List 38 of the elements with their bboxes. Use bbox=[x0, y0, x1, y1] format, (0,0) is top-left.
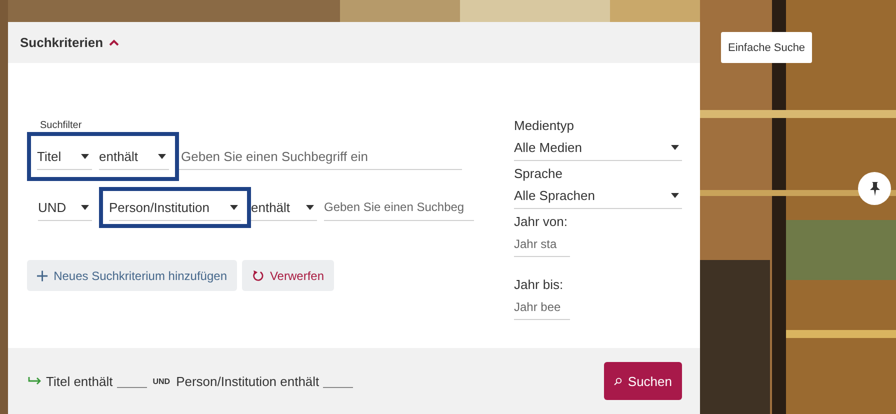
operator-label: UND bbox=[152, 376, 170, 386]
summary-text: Titel enthält bbox=[46, 374, 113, 388]
search-input[interactable]: Geben Sie einen Suchbeg bbox=[324, 194, 474, 220]
caret-down-icon bbox=[671, 193, 679, 198]
field-label: Medientyp bbox=[514, 117, 575, 135]
dropdown[interactable]: Alle Medien bbox=[514, 135, 682, 161]
add-criterion-button[interactable]: Neues Suchkriterium hinzufügen bbox=[27, 260, 237, 291]
caret-down-icon bbox=[81, 204, 89, 210]
caret-down-icon bbox=[671, 145, 679, 150]
chevron-up-icon[interactable] bbox=[109, 39, 120, 46]
field-label: Jahr bis: bbox=[514, 276, 564, 294]
dropdown[interactable]: enthält bbox=[251, 194, 317, 220]
search-input[interactable]: Geben Sie einen Suchbegriff ein bbox=[179, 144, 462, 170]
caret-down-icon bbox=[230, 204, 238, 210]
search-button[interactable]: Suchen bbox=[604, 362, 682, 400]
pin-icon bbox=[868, 180, 882, 196]
dropdown[interactable]: Person/Institution bbox=[109, 194, 241, 220]
dropdown[interactable]: UND bbox=[38, 194, 92, 220]
field-label: Sprache bbox=[514, 165, 564, 183]
year-input[interactable]: Jahr bee bbox=[514, 294, 570, 320]
reset-button[interactable]: Verwerfen bbox=[242, 260, 334, 291]
blank-line bbox=[116, 386, 147, 388]
arrow-icon bbox=[28, 376, 42, 386]
dropdown[interactable]: Alle Sprachen bbox=[514, 183, 682, 209]
year-input[interactable]: Jahr sta bbox=[514, 231, 570, 257]
field-label: Jahr von: bbox=[514, 213, 568, 231]
section-title: Suchkriterien bbox=[20, 35, 104, 50]
dropdown[interactable]: enthält bbox=[99, 144, 169, 170]
caret-down-icon bbox=[81, 154, 89, 158]
field-label: Suchfilter bbox=[40, 120, 83, 132]
summary-text: Person/Institution enthält bbox=[176, 374, 320, 388]
caret-down-icon bbox=[158, 154, 166, 158]
caret-down-icon bbox=[306, 204, 314, 210]
simple-search-button[interactable]: Einfache Suche bbox=[721, 32, 812, 63]
blank-line bbox=[323, 386, 354, 388]
undo-icon bbox=[252, 268, 264, 283]
plus-icon bbox=[37, 270, 48, 282]
dropdown[interactable]: Titel bbox=[37, 144, 92, 170]
